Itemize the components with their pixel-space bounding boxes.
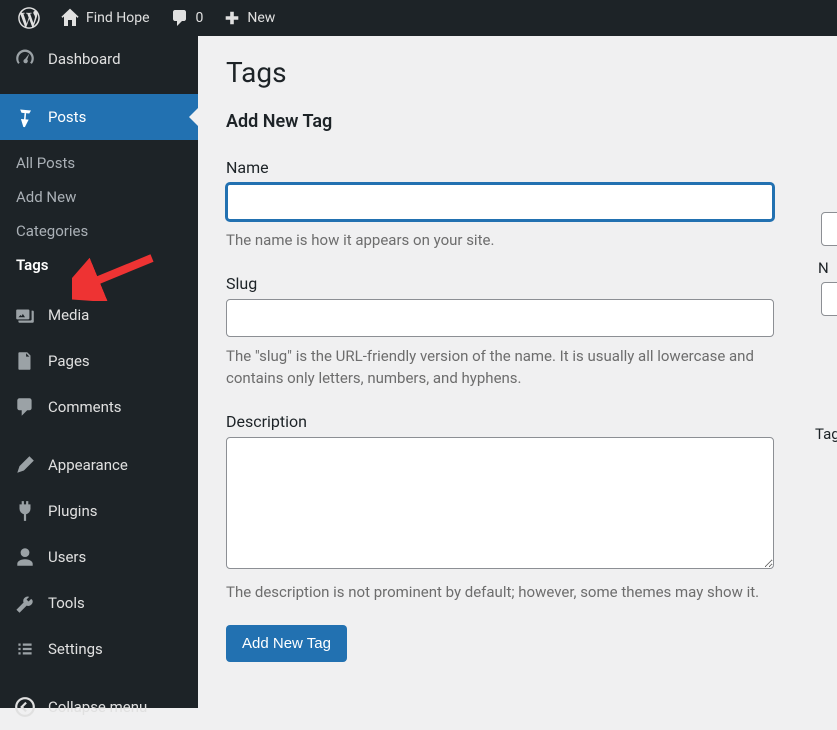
table-header-tag-cropped: Tag — [815, 425, 837, 443]
home-icon — [60, 8, 80, 28]
sidebar-collapse[interactable]: Collapse menu — [0, 684, 198, 730]
sidebar-item-pages[interactable]: Pages — [0, 338, 198, 384]
sidebar-item-posts[interactable]: Posts — [0, 94, 198, 140]
admin-sidebar: Dashboard Posts All Posts Add New Catego… — [0, 36, 198, 708]
description-help: The description is not prominent by defa… — [226, 581, 774, 604]
comment-icon — [170, 8, 190, 28]
submenu-add-new[interactable]: Add New — [0, 180, 198, 214]
slug-input[interactable] — [226, 299, 774, 337]
field-slug: Slug The "slug" is the URL-friendly vers… — [226, 274, 774, 390]
sidebar-item-media[interactable]: Media — [0, 292, 198, 338]
description-label: Description — [226, 412, 774, 431]
sidebar-label: Tools — [48, 594, 85, 612]
plus-icon — [223, 9, 241, 27]
new-label: New — [247, 10, 275, 26]
main-content: Tags Add New Tag Name The name is how it… — [198, 36, 837, 708]
sidebar-item-comments[interactable]: Comments — [0, 384, 198, 430]
plugins-icon — [14, 500, 36, 522]
site-name-label: Find Hope — [86, 10, 150, 26]
sidebar-item-settings[interactable]: Settings — [0, 626, 198, 672]
sidebar-label: Users — [48, 548, 86, 566]
submenu-categories[interactable]: Categories — [0, 214, 198, 248]
sidebar-item-appearance[interactable]: Appearance — [0, 442, 198, 488]
sidebar-label: Dashboard — [48, 50, 121, 68]
form-title: Add New Tag — [226, 111, 809, 132]
users-icon — [14, 546, 36, 568]
sidebar-item-plugins[interactable]: Plugins — [0, 488, 198, 534]
media-icon — [14, 304, 36, 326]
appearance-icon — [14, 454, 36, 476]
comments-count: 0 — [196, 10, 204, 26]
tools-icon — [14, 592, 36, 614]
add-new-tag-button[interactable]: Add New Tag — [226, 625, 347, 662]
sidebar-label: Posts — [48, 108, 86, 126]
admin-toolbar: Find Hope 0 New — [0, 0, 837, 36]
sidebar-label: Pages — [48, 352, 90, 370]
table-header-name-cropped: N — [818, 259, 829, 277]
submenu-all-posts[interactable]: All Posts — [0, 146, 198, 180]
sidebar-label: Appearance — [48, 456, 128, 474]
dashboard-icon — [14, 48, 36, 70]
bulk-action-select[interactable] — [821, 282, 837, 316]
name-label: Name — [226, 158, 774, 177]
site-name-link[interactable]: Find Hope — [50, 0, 160, 36]
collapse-icon — [14, 696, 36, 718]
sidebar-label: Comments — [48, 398, 122, 416]
submenu-tags[interactable]: Tags — [0, 248, 198, 282]
sidebar-label: Settings — [48, 640, 103, 658]
sidebar-item-users[interactable]: Users — [0, 534, 198, 580]
pin-icon — [14, 106, 36, 128]
pages-icon — [14, 350, 36, 372]
sidebar-item-dashboard[interactable]: Dashboard — [0, 36, 198, 82]
slug-help: The "slug" is the URL-friendly version o… — [226, 345, 774, 390]
page-title: Tags — [226, 56, 809, 89]
sidebar-label: Media — [48, 306, 89, 324]
comments-icon — [14, 396, 36, 418]
new-content-link[interactable]: New — [213, 0, 285, 36]
posts-submenu: All Posts Add New Categories Tags — [0, 140, 198, 292]
search-tags-input[interactable] — [821, 212, 837, 246]
name-input[interactable] — [226, 183, 774, 221]
right-column-cropped: N Tag — [815, 36, 837, 708]
sidebar-label: Collapse menu — [48, 698, 147, 716]
name-help: The name is how it appears on your site. — [226, 229, 774, 252]
settings-icon — [14, 638, 36, 660]
field-description: Description The description is not promi… — [226, 412, 774, 604]
description-textarea[interactable] — [226, 437, 774, 569]
comments-link[interactable]: 0 — [160, 0, 214, 36]
sidebar-label: Plugins — [48, 502, 97, 520]
field-name: Name The name is how it appears on your … — [226, 158, 774, 252]
sidebar-item-tools[interactable]: Tools — [0, 580, 198, 626]
wp-logo[interactable] — [8, 0, 50, 36]
slug-label: Slug — [226, 274, 774, 293]
